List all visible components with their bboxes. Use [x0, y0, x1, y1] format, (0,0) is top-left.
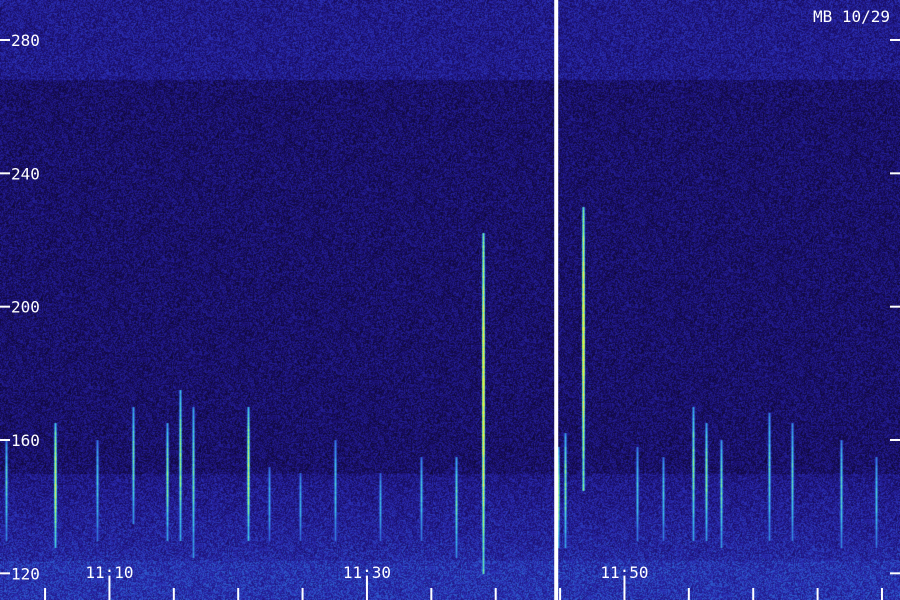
- x-tick-label: 11:30: [343, 563, 391, 582]
- x-axis: 11:10 11:30 11:50: [44, 563, 883, 600]
- chart-overlay: 120 160 200 240 280 11:10 11:30 11:50 MB 10/29: [0, 0, 900, 600]
- y-tick-label: 240: [11, 164, 40, 183]
- spectrogram-chart: 120 160 200 240 280 11:10 11:30 11:50 MB 10/29: [0, 0, 900, 600]
- x-tick-label: 11:50: [600, 563, 648, 582]
- y-tick-label: 120: [11, 564, 40, 583]
- x-tick-label: 11:10: [85, 563, 133, 582]
- y-axis-left: 120 160 200 240 280: [0, 31, 40, 583]
- y-tick-label: 200: [11, 298, 40, 317]
- y-tick-label: 280: [11, 31, 40, 50]
- y-tick-label: 160: [11, 431, 40, 450]
- chart-title: MB 10/29: [813, 7, 890, 26]
- y-axis-right: [890, 39, 900, 575]
